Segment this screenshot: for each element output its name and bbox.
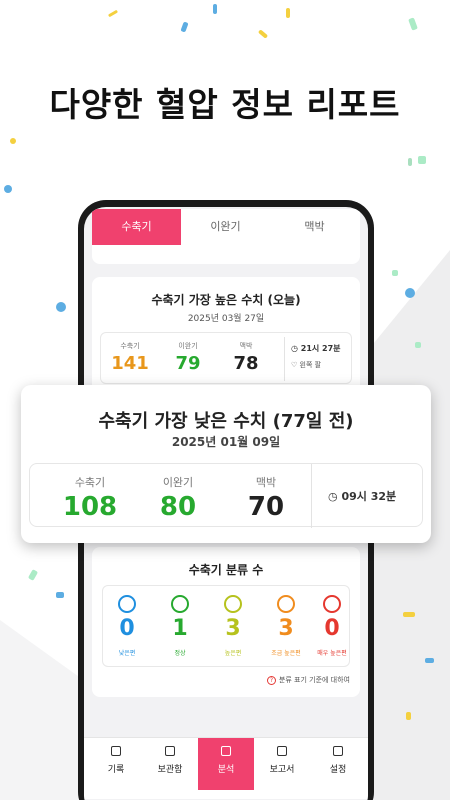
- very-high-count: 0: [324, 616, 340, 641]
- lowest-systolic-label: 수축기: [74, 476, 106, 489]
- nav-settings-label: 설정: [329, 765, 347, 775]
- clock-icon: ◷: [291, 344, 301, 353]
- lowest-pulse-label: 맥박: [255, 476, 277, 489]
- tab-systolic[interactable]: 수축기: [92, 209, 181, 245]
- high-label: 높은편: [224, 650, 242, 657]
- lowest-diastolic-value: 80: [159, 492, 197, 522]
- high-face-icon: [224, 595, 242, 613]
- analysis-icon: [221, 746, 231, 756]
- tab-diastolic[interactable]: 이완기: [181, 209, 270, 245]
- classification-card: 수축기 분류 수 0 낮은편 1 정상 3 높은편 3 조금 높은편 0 매우 …: [92, 547, 360, 697]
- arm-icon: ♡: [291, 361, 300, 369]
- nav-record[interactable]: 기록: [88, 738, 144, 790]
- lowest-values-box: 수축기 108 이완기 80 맥박 70 ◷ 09시 32분: [29, 463, 423, 528]
- lowest-pulse-value: 70: [247, 492, 285, 522]
- divider: [284, 337, 285, 381]
- help-text: 분류 표기 기준에 대하여: [278, 676, 350, 684]
- confetti: [10, 138, 16, 144]
- highest-arm-text: 왼쪽 팔: [299, 361, 322, 369]
- classification-help-link[interactable]: ? 분류 표기 기준에 대하여: [266, 675, 350, 685]
- confetti: [418, 156, 426, 164]
- confetti: [392, 270, 398, 276]
- lowest-diastolic-label: 이완기: [162, 476, 194, 489]
- help-icon: ?: [266, 675, 276, 685]
- low-count: 0: [119, 616, 135, 641]
- lowest-title: 수축기 가장 낮은 수치 (77일 전): [98, 411, 354, 432]
- pulse-value: 78: [233, 353, 259, 374]
- very-high-face-icon: [323, 595, 341, 613]
- very-high-label: 매우 높은편: [317, 650, 347, 657]
- slightly-high-face-icon: [277, 595, 295, 613]
- low-face-icon: [118, 595, 136, 613]
- diastolic-value: 79: [175, 353, 201, 374]
- confetti: [425, 658, 434, 663]
- nav-analysis[interactable]: 분석: [198, 738, 254, 790]
- lowest-time: ◷ 09시 32분: [328, 488, 396, 504]
- confetti: [403, 612, 415, 617]
- normal-face-icon: [171, 595, 189, 613]
- confetti: [408, 158, 412, 166]
- bottom-navbar: 기록 보관함 분석 보고서 설정: [84, 737, 368, 799]
- confetti: [415, 342, 421, 348]
- confetti: [213, 4, 217, 14]
- clock-icon: ◷: [328, 490, 342, 503]
- normal-label: 정상: [174, 650, 186, 657]
- confetti: [4, 185, 12, 193]
- highest-arm: ♡ 왼쪽 팔: [291, 360, 321, 370]
- nav-archive-label: 보관함: [157, 765, 183, 775]
- divider: [311, 464, 312, 528]
- highest-date: 2025년 03월 27일: [187, 314, 265, 324]
- metric-tabs: 수축기 이완기 맥박: [92, 209, 360, 264]
- highest-values-box: 수축기 141 이완기 79 맥박 78 ◷ 21시 27분 ♡ 왼쪽 팔: [100, 332, 352, 384]
- report-icon: [277, 746, 287, 756]
- high-count: 3: [225, 616, 241, 641]
- confetti: [405, 288, 415, 298]
- confetti: [406, 712, 411, 720]
- diastolic-label: 이완기: [178, 342, 198, 350]
- classification-title: 수축기 분류 수: [188, 563, 264, 577]
- archive-icon: [165, 746, 175, 756]
- nav-record-label: 기록: [107, 765, 125, 775]
- lowest-time-text: 09시 32분: [341, 490, 397, 503]
- headline: 다양한 혈압 정보 리포트: [49, 85, 401, 124]
- pulse-label: 맥박: [239, 342, 253, 350]
- confetti: [56, 592, 64, 598]
- lowest-reading-popup: 수축기 가장 낮은 수치 (77일 전) 2025년 01월 09일 수축기 1…: [21, 385, 431, 543]
- nav-report-label: 보고서: [269, 765, 295, 775]
- systolic-label: 수축기: [120, 342, 140, 350]
- nav-settings[interactable]: 설정: [310, 738, 366, 790]
- record-icon: [111, 746, 121, 756]
- nav-report[interactable]: 보고서: [254, 738, 310, 790]
- highest-title: 수축기 가장 높은 수치 (오늘): [151, 293, 301, 307]
- tab-pulse[interactable]: 맥박: [270, 209, 359, 245]
- slightly-high-count: 3: [278, 616, 294, 641]
- low-label: 낮은편: [118, 650, 136, 657]
- systolic-value: 141: [111, 353, 149, 374]
- nav-analysis-label: 분석: [217, 765, 235, 775]
- nav-archive[interactable]: 보관함: [142, 738, 198, 790]
- highest-reading-card: 수축기 가장 높은 수치 (오늘) 2025년 03월 27일 수축기 141 …: [92, 277, 360, 397]
- lowest-systolic-value: 108: [62, 492, 118, 522]
- confetti: [286, 8, 290, 18]
- highest-time-text: 21시 27분: [300, 344, 341, 353]
- classification-box: 0 낮은편 1 정상 3 높은편 3 조금 높은편 0 매우 높은편: [102, 585, 350, 667]
- normal-count: 1: [172, 616, 188, 641]
- settings-icon: [333, 746, 343, 756]
- highest-time: ◷ 21시 27분: [291, 343, 341, 354]
- lowest-date: 2025년 01월 09일: [171, 435, 281, 449]
- confetti: [56, 302, 66, 312]
